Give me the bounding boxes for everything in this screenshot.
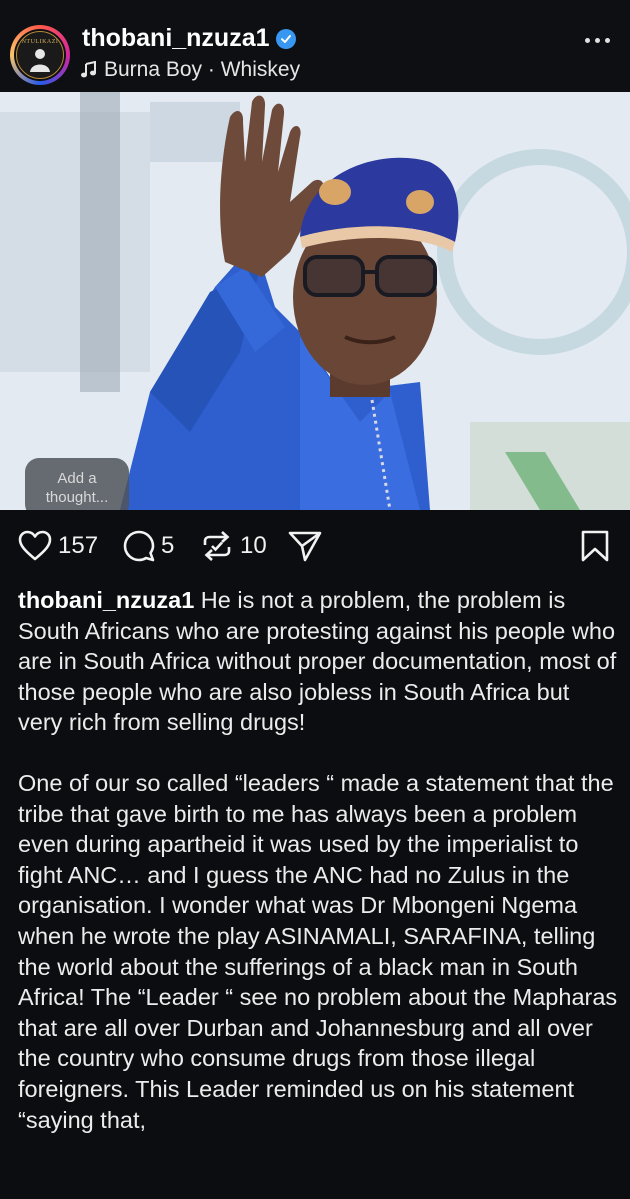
- avatar-brand-text: NTULIKAZI: [21, 38, 59, 45]
- username[interactable]: thobani_nzuza1: [82, 24, 296, 53]
- music-label[interactable]: Burna Boy · Whiskey: [104, 58, 300, 82]
- silhouette-icon: [30, 48, 50, 72]
- like-count: 157: [58, 532, 99, 559]
- add-thought-bubble[interactable]: Add a thought...: [25, 458, 129, 510]
- share-icon[interactable]: [288, 530, 322, 562]
- post-caption: thobani_nzuza1 He is not a problem, the …: [18, 585, 618, 1165]
- save-action[interactable]: [580, 530, 610, 562]
- photo-illustration: [0, 92, 630, 510]
- repost-count: 10: [240, 532, 267, 559]
- comment-icon[interactable]: [123, 530, 155, 562]
- repost-icon[interactable]: [200, 530, 234, 562]
- music-note-icon: [81, 61, 96, 78]
- comment-count: 5: [161, 532, 175, 559]
- action-bar: 157 5 10: [0, 510, 630, 582]
- caption-paragraph: thobani_nzuza1 He is not a problem, the …: [18, 585, 618, 738]
- caption-username[interactable]: thobani_nzuza1: [18, 587, 194, 613]
- verified-badge-icon: [275, 28, 296, 49]
- heart-icon[interactable]: [18, 530, 52, 562]
- repost-action[interactable]: 10: [200, 530, 267, 562]
- comment-action[interactable]: 5: [123, 530, 174, 562]
- music-attribution[interactable]: Burna Boy · Whiskey: [80, 58, 300, 82]
- caption-text-2: One of our so called “leaders “ made a s…: [18, 769, 618, 1133]
- share-action[interactable]: [288, 530, 322, 562]
- brand-logo: NTULIKAZI: [16, 31, 64, 79]
- like-action[interactable]: 157: [18, 530, 98, 562]
- post-photo[interactable]: Add a thought...: [0, 92, 630, 510]
- post-header: NTULIKAZI thobani_nzuza1 Burna Boy · Whi…: [0, 0, 630, 92]
- more-options-icon[interactable]: [585, 38, 610, 43]
- bookmark-icon[interactable]: [580, 530, 610, 562]
- username-text[interactable]: thobani_nzuza1: [82, 24, 270, 53]
- profile-avatar[interactable]: NTULIKAZI: [10, 25, 70, 85]
